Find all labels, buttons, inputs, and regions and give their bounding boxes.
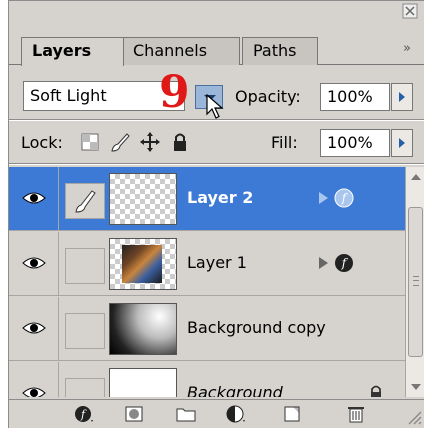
tab-paths[interactable]: Paths (242, 37, 318, 65)
scroll-grip (413, 276, 419, 286)
brush-icon (75, 190, 96, 213)
divider (9, 119, 424, 121)
layer-link-cell[interactable] (65, 183, 105, 219)
layer-style-icon[interactable]: f (73, 404, 95, 424)
scroll-up-button[interactable] (406, 167, 424, 187)
lock-pixels-brush-icon[interactable] (109, 131, 131, 153)
layer-style-icon[interactable]: f (333, 187, 355, 209)
layers-panel: Layers Channels Paths » Soft Light 9 Opa… (8, 0, 424, 428)
layer-link-cell[interactable] (65, 378, 105, 397)
adjustment-layer-icon[interactable] (225, 404, 247, 424)
layer-name[interactable]: Background (187, 382, 283, 397)
layer-row[interactable]: Background (9, 362, 405, 397)
layer-image-content (122, 245, 162, 283)
layers-scrollbar[interactable] (405, 167, 424, 397)
lock-all-icon[interactable] (169, 131, 191, 153)
layer-thumbnail[interactable] (109, 238, 177, 290)
visibility-toggle[interactable] (9, 167, 59, 231)
lock-label: Lock: (21, 133, 63, 152)
eye-icon (22, 387, 46, 397)
layer-name[interactable]: Layer 2 (187, 187, 253, 209)
layer-name[interactable]: Layer 1 (187, 252, 247, 274)
expand-effects-icon[interactable] (319, 257, 328, 269)
layer-link-cell[interactable] (65, 313, 105, 349)
new-layer-icon[interactable] (281, 404, 303, 424)
step-annotation: 9 (159, 67, 190, 118)
layer-row[interactable]: Layer 2 f (9, 167, 405, 231)
tab-layers[interactable]: Layers (21, 37, 124, 66)
layer-name[interactable]: Background copy (187, 317, 326, 339)
layer-row[interactable]: Layer 1 f (9, 232, 405, 296)
scroll-down-button[interactable] (406, 377, 424, 397)
divider (9, 163, 424, 165)
fill-input[interactable]: 100% (320, 129, 390, 157)
fill-slider-button[interactable] (391, 129, 413, 157)
layer-style-icon[interactable]: f (333, 252, 355, 274)
visibility-toggle[interactable] (9, 232, 59, 296)
eye-icon (22, 192, 46, 204)
opacity-input[interactable]: 100% (320, 83, 390, 111)
mask-icon[interactable] (123, 404, 145, 424)
lock-transparency-icon[interactable] (79, 131, 101, 153)
layer-row[interactable]: Background copy (9, 297, 405, 361)
mouse-cursor-icon (206, 94, 224, 119)
expand-effects-icon[interactable] (319, 192, 328, 204)
lock-position-move-icon[interactable] (139, 131, 161, 153)
visibility-toggle[interactable] (9, 362, 59, 397)
resize-grip-icon[interactable] (405, 408, 423, 426)
tab-channels[interactable]: Channels (122, 37, 240, 65)
panel-menu-button[interactable]: » (403, 41, 411, 56)
lock-icon (371, 385, 381, 397)
layer-thumbnail[interactable] (109, 303, 177, 355)
visibility-toggle[interactable] (9, 297, 59, 361)
eye-icon (22, 322, 46, 334)
scroll-thumb[interactable] (408, 207, 423, 357)
folder-icon[interactable] (175, 404, 197, 424)
layer-thumbnail[interactable] (109, 368, 177, 397)
close-icon[interactable] (400, 3, 420, 21)
fill-label: Fill: (271, 133, 298, 152)
eye-icon (22, 257, 46, 269)
panel-tabs: Layers Channels Paths » (9, 37, 424, 66)
trash-icon[interactable] (345, 404, 367, 424)
opacity-label: Opacity: (235, 87, 301, 106)
layer-link-cell[interactable] (65, 248, 105, 284)
layers-list: Layer 2 f Layer 1 f Background copy Back… (9, 167, 405, 397)
layer-thumbnail[interactable] (109, 173, 177, 225)
opacity-slider-button[interactable] (391, 83, 413, 111)
layers-toolbar: f (9, 399, 424, 428)
